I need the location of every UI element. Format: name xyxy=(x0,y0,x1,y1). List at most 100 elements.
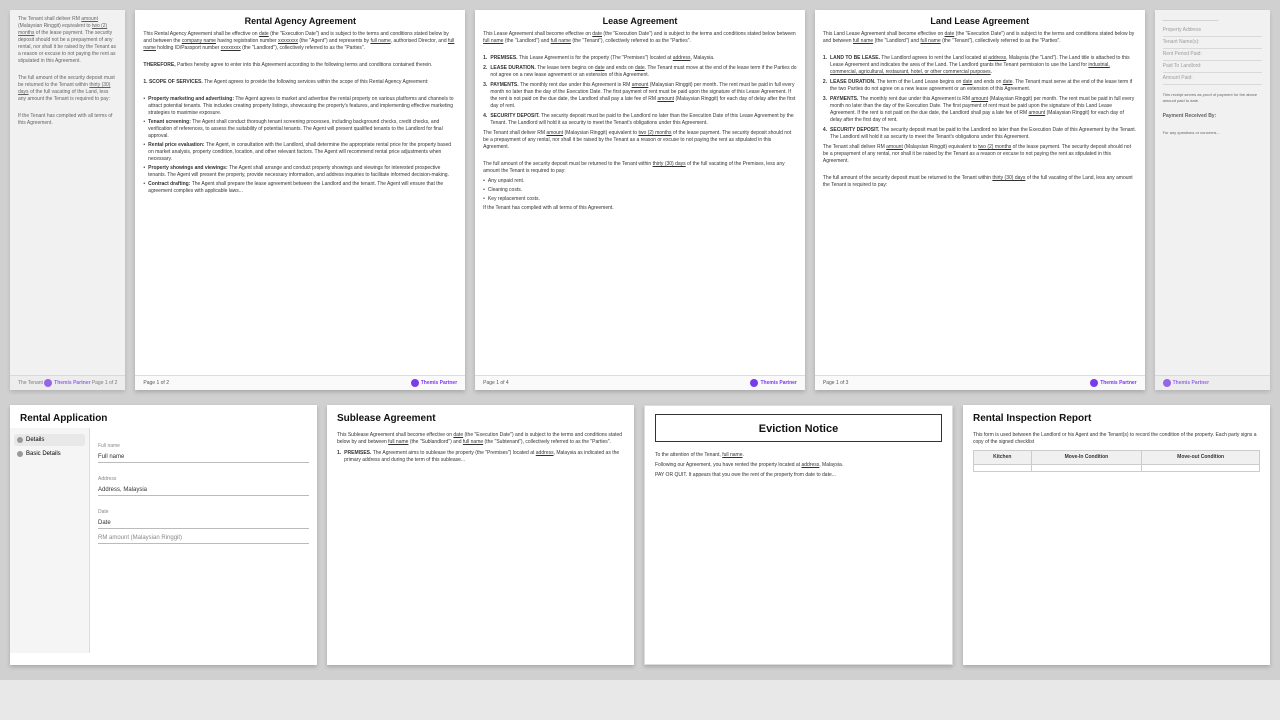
field-fullname: Full name Full name xyxy=(98,434,309,463)
lease-section-3: 3.PAYMENTS. The monthly rent due under t… xyxy=(483,82,797,110)
rental-agency-content: Rental Agency Agreement This Rental Agen… xyxy=(135,10,465,375)
table-cell xyxy=(974,465,1032,472)
land-section-3: 3.PAYMENTS. The monthly rent due under t… xyxy=(823,96,1137,124)
bullet-pricing: Rental price evaluation: The Agent, in c… xyxy=(143,142,457,163)
partial-left-content: The Tenant shall deliver RM amount (Mala… xyxy=(10,10,125,375)
table-header-movein: Move-In Condition xyxy=(1031,451,1142,465)
table-cell xyxy=(1031,465,1142,472)
partial-left-logo: Themis Partner xyxy=(44,379,90,387)
field-paid-to: Paid To Landlord: xyxy=(1163,61,1262,73)
rental-agency-card: Rental Agency Agreement This Rental Agen… xyxy=(135,10,465,390)
table-header-kitchen: Kitchen xyxy=(974,451,1032,465)
lease-agreement-title: Lease Agreement xyxy=(483,16,797,26)
partial-left-text: The Tenant shall deliver RM amount (Mala… xyxy=(18,16,117,127)
field-amount-paid: Amount Paid: xyxy=(1163,73,1262,85)
logo-text: Themis Partner xyxy=(54,380,90,386)
field-label-2: Tenant Name(s): xyxy=(1163,39,1200,46)
lease-bullet-2: Cleaning costs. xyxy=(483,187,797,194)
eviction-body: To the attention of the Tenant, full nam… xyxy=(645,448,952,483)
logo-text-3: Themis Partner xyxy=(760,380,796,386)
logo-icon-2 xyxy=(411,379,419,387)
logo-icon-5 xyxy=(1163,379,1171,387)
sidebar-label-details: Details xyxy=(26,437,44,443)
lease-bullet-1: Any unpaid rent. xyxy=(483,178,797,185)
partial-left-page: The Tenant xyxy=(18,380,43,386)
lease-footer: Page 1 of 4 Themis Partner xyxy=(475,375,805,390)
logo-text-4: Themis Partner xyxy=(1100,380,1136,386)
field-label-fullname: Full name xyxy=(98,443,120,449)
bottom-row: Rental Application Details Basic Details xyxy=(0,400,1280,680)
field-label-address: Address xyxy=(98,476,116,482)
table-header-moveout: Move-out Condition xyxy=(1142,451,1260,465)
bullet-contract: Contract drafting: The Agent shall prepa… xyxy=(143,181,457,195)
land-lease-body: This Land Lease Agreement shall become e… xyxy=(823,31,1137,189)
eviction-notice-title: Eviction Notice xyxy=(759,423,838,435)
land-lease-pagenum: Page 1 of 3 xyxy=(823,380,849,386)
lease-agreement-card: Lease Agreement This Lease Agreement sha… xyxy=(475,10,805,390)
logo-icon-4 xyxy=(1090,379,1098,387)
land-section-1: 1.LAND TO BE LEASE. The Landlord agrees … xyxy=(823,55,1137,76)
partial-right-logo: Themis Partner xyxy=(1163,379,1209,387)
partial-left-pagenum: Page 1 of 2 xyxy=(92,380,118,386)
partial-left-footer: The Tenant Themis Partner Page 1 of 2 xyxy=(10,375,125,390)
rental-inspection-body: This form is used between the Landlord o… xyxy=(963,428,1270,480)
rental-application-title: Rental Application xyxy=(10,405,317,428)
basic-icon xyxy=(17,451,23,457)
sublease-body: This Sublease Agreement shall become eff… xyxy=(327,428,634,471)
field-amount: RM amount (Malaysian Ringgit) xyxy=(98,533,309,544)
rental-agency-title: Rental Agency Agreement xyxy=(143,16,457,26)
sidebar-label-basic: Basic Details xyxy=(26,451,61,457)
sidebar-item-basic[interactable]: Basic Details xyxy=(14,448,85,460)
field-label-3: Rent Period Paid: xyxy=(1163,51,1202,58)
rental-inspection-card: Rental Inspection Report This form is us… xyxy=(963,405,1270,665)
field-tenant-name: Tenant Name(s): xyxy=(1163,37,1262,49)
logo-text-5: Themis Partner xyxy=(1173,380,1209,386)
field-value-address: Address, Malaysia xyxy=(98,485,309,496)
logo-icon-3 xyxy=(750,379,758,387)
sublease-section-1: 1. PREMISES. The Agreement aims to suble… xyxy=(337,450,624,464)
rental-app-sidebar: Details Basic Details xyxy=(10,428,90,653)
lease-pagenum: Page 1 of 4 xyxy=(483,380,509,386)
bullet-showings: Property showings and viewings: The Agen… xyxy=(143,165,457,179)
land-lease-content: Land Lease Agreement This Land Lease Agr… xyxy=(815,10,1145,375)
rental-application-card: Rental Application Details Basic Details xyxy=(10,405,317,665)
rental-agency-pagenum: Page 1 of 2 xyxy=(143,380,169,386)
partial-card-left: The Tenant shall deliver RM amount (Mala… xyxy=(10,10,125,390)
logo-text-2: Themis Partner xyxy=(421,380,457,386)
field-date: Date Date xyxy=(98,500,309,529)
sublease-title: Sublease Agreement xyxy=(327,405,634,428)
field-label-5: Amount Paid: xyxy=(1163,75,1193,82)
eviction-title-box: Eviction Notice xyxy=(655,414,942,442)
field-label-date: Date xyxy=(98,509,109,515)
logo-icon xyxy=(44,379,52,387)
rental-app-layout: Details Basic Details Full name Full nam… xyxy=(10,428,317,653)
land-lease-logo: Themis Partner xyxy=(1090,379,1136,387)
field-value-date: Date xyxy=(98,518,309,529)
inspection-table: Kitchen Move-In Condition Move-out Condi… xyxy=(973,450,1260,472)
rental-agency-logo: Themis Partner xyxy=(411,379,457,387)
rental-agency-footer: Page 1 of 2 Themis Partner xyxy=(135,375,465,390)
bullet-marketing: Property marketing and advertising: The … xyxy=(143,96,457,117)
rental-inspection-title: Rental Inspection Report xyxy=(963,405,1270,428)
eviction-notice-card: Eviction Notice To the attention of the … xyxy=(644,405,953,665)
field-value-amount: RM amount (Malaysian Ringgit) xyxy=(98,533,309,544)
lease-section-1: 1.PREMISES. This Lease Agreement is for … xyxy=(483,55,797,62)
partial-right-footer: Themis Partner xyxy=(1155,375,1270,390)
lease-logo: Themis Partner xyxy=(750,379,796,387)
field-rent-period: Rent Period Paid: xyxy=(1163,49,1262,61)
lease-body: This Lease Agreement shall become effect… xyxy=(483,31,797,212)
sublease-card: Sublease Agreement This Sublease Agreeme… xyxy=(327,405,634,665)
top-row: The Tenant shall deliver RM amount (Mala… xyxy=(0,0,1280,400)
rental-agency-body: This Rental Agency Agreement shall be ef… xyxy=(143,31,457,195)
lease-agreement-content: Lease Agreement This Lease Agreement sha… xyxy=(475,10,805,375)
lease-section-4: 4.SECURITY DEPOSIT. The security deposit… xyxy=(483,113,797,127)
table-row xyxy=(974,465,1260,472)
sidebar-item-details[interactable]: Details xyxy=(14,434,85,446)
lease-section-2: 2.LEASE DURATION. The lease term begins … xyxy=(483,65,797,79)
receipt-fields: Property Address Tenant Name(s): Rent Pe… xyxy=(1163,25,1262,85)
field-value-fullname: Full name xyxy=(98,452,309,463)
partial-right-content: ____________________ Property Address Te… xyxy=(1155,10,1270,375)
partial-card-right: ____________________ Property Address Te… xyxy=(1155,10,1270,390)
land-lease-title: Land Lease Agreement xyxy=(823,16,1137,26)
rental-app-form: Full name Full name Address Address, Mal… xyxy=(90,428,317,653)
